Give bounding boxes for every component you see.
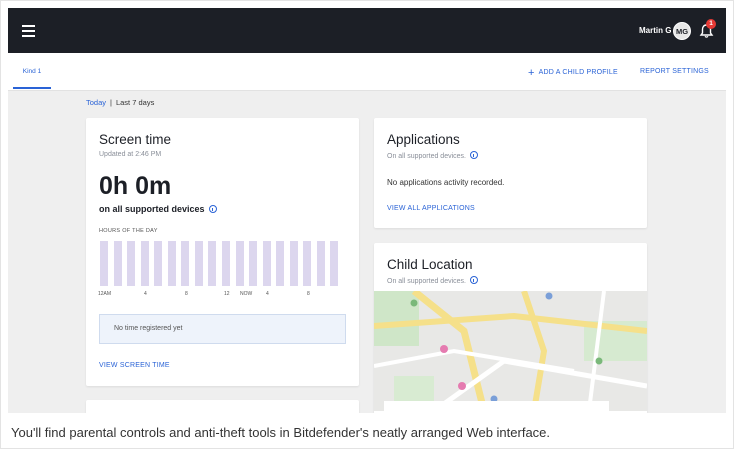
plus-icon: + xyxy=(528,67,535,79)
applications-card: Applications On all supported devices. N… xyxy=(374,118,647,228)
hour-bar xyxy=(208,241,217,286)
menu-icon[interactable] xyxy=(22,25,35,37)
screen-time-title: Screen time xyxy=(99,132,172,147)
screenshot-frame: Martin G MG 1 Kind 1 + ADD A CHILD PROFIL… xyxy=(0,0,734,449)
applications-title: Applications xyxy=(387,132,460,147)
hour-bar xyxy=(140,241,149,286)
info-icon[interactable] xyxy=(470,151,478,159)
no-applications-message: No applications activity recorded. xyxy=(387,178,505,187)
hour-bar xyxy=(289,241,298,286)
map-graphic xyxy=(374,291,647,411)
hour-bar xyxy=(194,241,203,286)
hour-bar xyxy=(249,241,258,286)
period-selector: Today | Last 7 days xyxy=(86,98,154,107)
tick-label: 8 xyxy=(185,291,188,297)
child-location-subtitle: On all supported devices. xyxy=(387,276,478,285)
no-time-message: No time registered yet xyxy=(99,314,346,344)
hour-bar xyxy=(330,241,339,286)
hour-bar xyxy=(181,241,190,286)
add-child-profile-button[interactable]: + ADD A CHILD PROFILE xyxy=(528,67,618,79)
tick-label: 12AM xyxy=(98,291,112,297)
tick-label: 4 xyxy=(266,291,269,297)
hour-bar xyxy=(303,241,312,286)
view-screen-time-link[interactable]: VIEW SCREEN TIME xyxy=(99,362,170,369)
screen-time-card: Screen time Updated at 2:46 PM 0h 0m on … xyxy=(86,118,359,386)
user-name[interactable]: Martin G xyxy=(639,26,671,35)
sub-navigation: Kind 1 + ADD A CHILD PROFILE REPORT SETTI… xyxy=(8,53,726,91)
on-devices-label: on all supported devices xyxy=(99,204,205,214)
screen-time-devices: on all supported devices xyxy=(99,204,217,214)
hour-bar xyxy=(221,241,230,286)
hour-bar xyxy=(100,241,108,286)
hour-bar xyxy=(127,241,136,286)
hour-bar xyxy=(276,241,285,286)
hour-bar xyxy=(316,241,325,286)
child-location-card: Child Location On all supported devices. xyxy=(374,243,647,413)
tick-label: 12 xyxy=(224,291,230,297)
tab-child-profile[interactable]: Kind 1 xyxy=(13,53,51,89)
view-all-applications-link[interactable]: VIEW ALL APPLICATIONS xyxy=(387,205,475,212)
report-settings-button[interactable]: REPORT SETTINGS xyxy=(640,68,709,75)
add-child-label: ADD A CHILD PROFILE xyxy=(538,69,618,76)
screen-time-updated: Updated at 2:46 PM xyxy=(99,151,162,158)
applications-subtitle-text: On all supported devices. xyxy=(387,153,466,160)
location-map[interactable] xyxy=(374,291,647,411)
hour-bar xyxy=(154,241,163,286)
tick-label: 8 xyxy=(307,291,310,297)
screen-time-value: 0h 0m xyxy=(99,172,172,200)
image-caption: You'll find parental controls and anti-t… xyxy=(11,425,551,440)
tick-label: NOW xyxy=(240,291,253,297)
period-today[interactable]: Today xyxy=(86,98,106,107)
hour-bar xyxy=(235,241,244,286)
applications-subtitle: On all supported devices. xyxy=(387,151,478,160)
period-separator: | xyxy=(110,98,112,107)
info-icon[interactable] xyxy=(208,205,217,213)
hour-bar xyxy=(167,241,176,286)
hour-bar xyxy=(113,241,122,286)
child-location-title: Child Location xyxy=(387,257,473,272)
tick-label: 4 xyxy=(144,291,147,297)
notification-badge: 1 xyxy=(706,19,716,29)
avatar[interactable]: MG xyxy=(673,22,691,40)
period-last-7-days[interactable]: Last 7 days xyxy=(116,98,154,107)
child-location-subtitle-text: On all supported devices. xyxy=(387,278,466,285)
app-screen: Martin G MG 1 Kind 1 + ADD A CHILD PROFIL… xyxy=(8,8,726,413)
hour-bar xyxy=(262,241,271,286)
next-card-partial xyxy=(86,400,359,413)
hours-bar-chart xyxy=(100,241,344,286)
hours-of-day-label: HOURS OF THE DAY xyxy=(99,228,158,234)
top-bar: Martin G MG 1 xyxy=(8,8,726,53)
info-icon[interactable] xyxy=(470,276,478,284)
